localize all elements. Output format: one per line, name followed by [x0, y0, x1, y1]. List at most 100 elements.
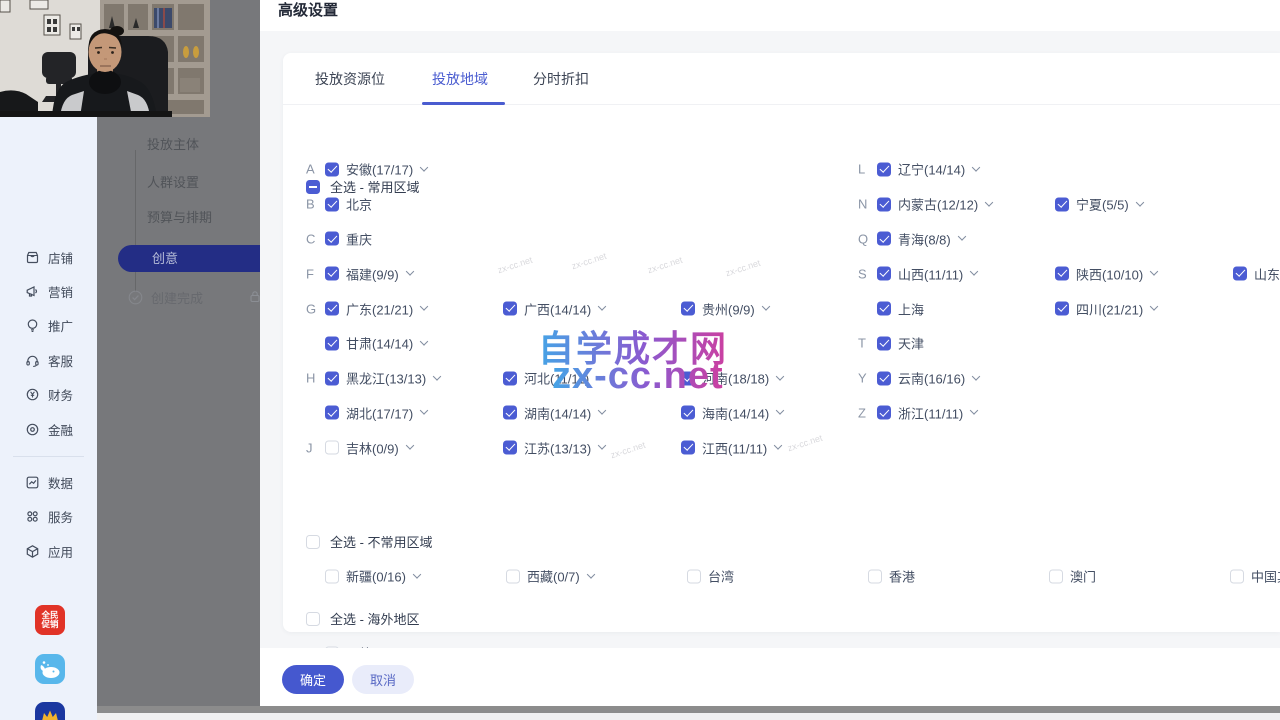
region-checkbox[interactable]	[868, 569, 882, 583]
chevron-down-icon[interactable]	[413, 570, 421, 578]
chevron-down-icon[interactable]	[598, 302, 606, 310]
chevron-down-icon[interactable]	[774, 442, 782, 450]
chevron-down-icon[interactable]	[957, 233, 965, 241]
chevron-down-icon[interactable]	[598, 407, 606, 415]
chevron-down-icon[interactable]	[776, 372, 784, 380]
stepper-item-3[interactable]: 预算与排期	[147, 207, 212, 226]
region-checkbox[interactable]	[1230, 569, 1244, 583]
stepper-item-1[interactable]: 投放主体	[147, 134, 199, 153]
region-option[interactable]: 安徽(17/17)	[325, 160, 427, 179]
confirm-button[interactable]: 确定	[282, 665, 344, 694]
region-option[interactable]: 台湾	[687, 567, 734, 586]
sidebar-item-3[interactable]: 推广	[25, 316, 73, 335]
region-option[interactable]: 西藏(0/7)	[506, 567, 594, 586]
chevron-down-icon[interactable]	[586, 570, 594, 578]
sidebar-item-5[interactable]: 财务	[25, 385, 73, 404]
sidebar-item-8[interactable]: 服务	[25, 507, 73, 526]
whale-app-icon[interactable]	[35, 654, 65, 684]
region-option[interactable]: 山西(11/11)	[877, 264, 977, 283]
sidebar-item-6[interactable]: 金融	[25, 420, 73, 439]
region-checkbox[interactable]	[877, 371, 891, 385]
region-checkbox[interactable]	[681, 371, 695, 385]
region-checkbox[interactable]	[503, 406, 517, 420]
region-checkbox[interactable]	[877, 197, 891, 211]
chevron-down-icon[interactable]	[433, 372, 441, 380]
region-checkbox[interactable]	[325, 569, 339, 583]
region-option[interactable]: 香港	[868, 567, 915, 586]
region-checkbox[interactable]	[877, 336, 891, 350]
region-option[interactable]: 上海	[877, 299, 924, 318]
region-checkbox[interactable]	[503, 441, 517, 455]
region-checkbox[interactable]	[877, 232, 891, 246]
region-checkbox[interactable]	[506, 569, 520, 583]
region-option[interactable]: 重庆	[325, 229, 372, 248]
region-option[interactable]: 江西(11/11)	[681, 438, 781, 457]
region-option[interactable]: 湖南(14/14)	[503, 403, 605, 422]
chevron-down-icon[interactable]	[598, 442, 606, 450]
region-checkbox[interactable]	[325, 267, 339, 281]
stepper-item-2[interactable]: 人群设置	[147, 172, 199, 191]
region-checkbox[interactable]	[1055, 267, 1069, 281]
tab-3[interactable]: 分时折扣	[533, 53, 589, 105]
region-option[interactable]: 山东(1	[1233, 264, 1280, 283]
region-option[interactable]: 广西(14/14)	[503, 299, 605, 318]
region-option[interactable]: 河南(18/18)	[681, 369, 783, 388]
region-option[interactable]: 云南(16/16)	[877, 369, 979, 388]
region-checkbox[interactable]	[1055, 302, 1069, 316]
region-option[interactable]: 辽宁(14/14)	[877, 160, 979, 179]
region-checkbox[interactable]	[325, 336, 339, 350]
chevron-down-icon[interactable]	[761, 302, 769, 310]
chevron-down-icon[interactable]	[972, 372, 980, 380]
region-checkbox[interactable]	[325, 371, 339, 385]
stepper-item-active[interactable]: 创意	[118, 245, 260, 272]
region-option[interactable]: 甘肃(14/14)	[325, 334, 427, 353]
region-option[interactable]: 澳门	[1049, 567, 1096, 586]
region-checkbox[interactable]	[325, 162, 339, 176]
region-option[interactable]: 贵州(9/9)	[681, 299, 769, 318]
region-checkbox[interactable]	[325, 441, 339, 455]
chevron-down-icon[interactable]	[420, 163, 428, 171]
chevron-down-icon[interactable]	[596, 372, 604, 380]
region-option[interactable]: 新疆(0/16)	[325, 567, 420, 586]
sidebar-item-1[interactable]: 店铺	[25, 248, 73, 267]
chevron-down-icon[interactable]	[405, 268, 413, 276]
region-option[interactable]: 青海(8/8)	[877, 229, 965, 248]
region-option[interactable]: 内蒙古(12/12)	[877, 195, 992, 214]
region-checkbox[interactable]	[877, 162, 891, 176]
region-option[interactable]: 江苏(13/13)	[503, 438, 605, 457]
region-option[interactable]: 浙江(11/11)	[877, 403, 977, 422]
region-checkbox[interactable]	[681, 406, 695, 420]
region-checkbox[interactable]	[877, 267, 891, 281]
region-checkbox[interactable]	[1233, 267, 1247, 281]
chevron-down-icon[interactable]	[776, 407, 784, 415]
region-option[interactable]: 湖北(17/17)	[325, 403, 427, 422]
region-option[interactable]: 黑龙江(13/13)	[325, 369, 440, 388]
region-checkbox[interactable]	[325, 302, 339, 316]
region-option[interactable]: 中国其	[1230, 567, 1280, 586]
region-option[interactable]: 福建(9/9)	[325, 264, 413, 283]
region-option[interactable]: 四川(21/21)	[1055, 299, 1157, 318]
region-checkbox[interactable]	[877, 406, 891, 420]
region-option[interactable]: 河北(11/11)	[503, 369, 603, 388]
chevron-down-icon[interactable]	[420, 302, 428, 310]
region-checkbox[interactable]	[1049, 569, 1063, 583]
region-checkbox[interactable]	[687, 569, 701, 583]
region-option[interactable]: 广东(21/21)	[325, 299, 427, 318]
region-option[interactable]: 天津	[877, 334, 924, 353]
region-checkbox[interactable]	[1055, 197, 1069, 211]
chevron-down-icon[interactable]	[1135, 198, 1143, 206]
chevron-down-icon[interactable]	[420, 337, 428, 345]
chevron-down-icon[interactable]	[1150, 302, 1158, 310]
sidebar-item-7[interactable]: 数据	[25, 473, 73, 492]
chevron-down-icon[interactable]	[970, 268, 978, 276]
select-all-overseas-checkbox[interactable]	[306, 612, 320, 626]
chevron-down-icon[interactable]	[985, 198, 993, 206]
region-checkbox[interactable]	[325, 232, 339, 246]
region-checkbox[interactable]	[877, 302, 891, 316]
cancel-button[interactable]: 取消	[352, 665, 414, 694]
region-option[interactable]: 陕西(10/10)	[1055, 264, 1157, 283]
region-checkbox[interactable]	[503, 302, 517, 316]
sidebar-item-9[interactable]: 应用	[25, 542, 73, 561]
chevron-down-icon[interactable]	[1150, 268, 1158, 276]
tab-2[interactable]: 投放地域	[432, 53, 488, 105]
